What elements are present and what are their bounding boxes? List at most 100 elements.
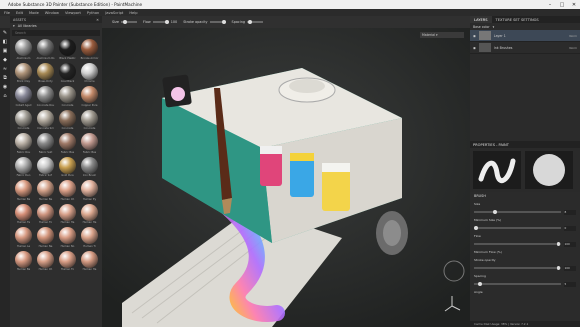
material-label: Human Ch (38, 268, 53, 271)
material-ball (81, 109, 98, 127)
material-thumbnail[interactable]: Human Ti (80, 227, 99, 248)
eye-icon[interactable]: ◉ (473, 34, 476, 38)
material-thumbnail[interactable]: Human Ch (58, 180, 77, 201)
flow-slider[interactable] (474, 242, 561, 246)
material-ball (59, 133, 76, 150)
material-thumbnail[interactable]: Human No (58, 227, 77, 248)
size-value[interactable]: 8 (564, 209, 576, 215)
layer-blend[interactable]: Norm (569, 46, 577, 50)
camera-icon[interactable]: ⌂ (2, 93, 8, 99)
material-thumbnail[interactable]: Human Fo (36, 203, 55, 224)
toolbar-opacity-slider[interactable] (209, 19, 226, 24)
tab-layers[interactable]: LAYERS (470, 16, 492, 23)
material-thumbnail[interactable]: Human Ne (36, 227, 55, 248)
library-chevron-icon[interactable]: ▾ (13, 24, 15, 28)
eye-icon[interactable]: ◉ (473, 46, 476, 50)
material-thumbnail[interactable]: Chrome (80, 62, 99, 83)
menu-viewport[interactable]: Viewport (65, 11, 81, 15)
maximize-button[interactable]: □ (556, 2, 568, 8)
smudge-icon[interactable]: ≈ (2, 66, 8, 72)
library-name[interactable]: All libraries (18, 24, 37, 28)
material-thumbnail[interactable]: Concrete (14, 109, 33, 130)
stroke-opacity-slider[interactable] (474, 266, 561, 270)
material-thumbnail[interactable]: Concrete Rou (36, 86, 55, 107)
material-thumbnail[interactable]: Fabric Suit (36, 133, 55, 154)
material-thumbnail[interactable]: Human Ha (80, 250, 99, 271)
tab-texture-set-settings[interactable]: TEXTURE SET SETTINGS (492, 16, 543, 23)
3d-viewport[interactable]: Material ▾ (102, 28, 470, 327)
toolbar-spacing-label: Spacing (231, 20, 246, 24)
material-thumbnail[interactable]: Fabric Bas (58, 133, 77, 154)
spacing-label: Spacing (474, 274, 486, 278)
material-thumbnail[interactable]: Concrete (58, 109, 77, 130)
polygon-fill-icon[interactable]: ◆ (2, 57, 8, 63)
min-size-slider[interactable] (474, 226, 561, 230)
eraser-icon[interactable]: ◧ (2, 39, 8, 45)
material-thumbnail[interactable]: Human Ba (14, 180, 33, 201)
flow-value[interactable]: 100 (564, 241, 576, 247)
material-thumbnail[interactable]: Human Ha (80, 203, 99, 224)
material-thumbnail[interactable]: Human Be (36, 180, 55, 201)
material-label: Human Ne (38, 244, 53, 248)
menu-window[interactable]: Window (45, 11, 59, 15)
material-ball (15, 180, 32, 197)
stroke-opacity-value[interactable]: 100 (564, 265, 576, 271)
material-ball (37, 203, 54, 221)
material-thumbnail[interactable]: Black Plastic (58, 39, 77, 60)
asset-search-input[interactable]: Search (12, 30, 100, 36)
menu-edit[interactable]: Edit (16, 11, 23, 15)
material-thumbnail[interactable]: Human Le (14, 227, 33, 248)
menu-python[interactable]: Python (87, 11, 99, 15)
menu-help[interactable]: Help (129, 11, 137, 15)
toolbar-flow-value: 100 (170, 20, 178, 24)
material-thumbnail[interactable]: Copper Pure (80, 86, 99, 107)
material-thumbnail[interactable]: Human Fe (14, 203, 33, 224)
close-button[interactable]: ✕ (568, 2, 580, 8)
layer-blend[interactable]: Norm (569, 34, 577, 38)
material-thumbnail[interactable]: Bronze Armor (80, 39, 99, 60)
viewport-mode-dropdown[interactable]: Material ▾ (420, 32, 464, 38)
material-ball (37, 133, 54, 150)
projection-icon[interactable]: ▣ (2, 48, 8, 54)
min-size-value[interactable]: 0 (564, 225, 576, 231)
toolbar-flow-slider[interactable] (152, 19, 169, 24)
material-thumbnail[interactable]: Human Ha (58, 203, 77, 224)
chevron-down-icon[interactable]: ▾ (493, 25, 495, 29)
spacing-slider[interactable] (474, 282, 561, 286)
stroke-opacity-label: Stroke opacity (474, 258, 496, 262)
material-thumbnail[interactable]: Aluminium Ro (36, 39, 55, 60)
material-thumbnail[interactable]: Concrete (80, 109, 99, 130)
material-thumbnail[interactable]: Coal Black (58, 62, 77, 83)
spacing-value[interactable]: 5 (564, 281, 576, 287)
material-thumbnail[interactable]: Fabric Den (14, 156, 33, 177)
material-thumbnail[interactable]: Aluminium (14, 39, 33, 60)
material-thumbnail[interactable]: Fabric Rou (14, 133, 33, 154)
toolbar-spacing-slider[interactable] (247, 19, 264, 24)
channel-dropdown[interactable]: Base color (473, 25, 490, 29)
material-thumbnail[interactable]: Brick Clay (14, 62, 33, 83)
material-thumbnail[interactable]: Concrete (58, 86, 77, 107)
material-thumbnail[interactable]: Human Ey (80, 180, 99, 201)
toolbar-size-slider[interactable] (120, 19, 137, 24)
color-picker-icon[interactable]: ◉ (2, 84, 8, 90)
material-thumbnail[interactable]: Iron Brush (80, 156, 99, 177)
menu-mode[interactable]: Mode (29, 11, 39, 15)
material-thumbnail[interactable]: Fabric Bas (80, 133, 99, 154)
material-thumbnail[interactable]: Human Ch (36, 250, 55, 271)
minimize-button[interactable]: – (544, 2, 556, 8)
menu-file[interactable]: File (4, 11, 10, 15)
layer-row-2[interactable]: ◉ Ink Brushes Norm (470, 42, 580, 54)
material-thumbnail[interactable]: Gold Pure (58, 156, 77, 177)
material-thumbnail[interactable]: Fabric Sof (36, 156, 55, 177)
layer-row-1[interactable]: ◉ Layer 1 Norm (470, 30, 580, 42)
material-thumbnail[interactable]: Human Ba (14, 250, 33, 271)
material-thumbnail[interactable]: Concrete Sm (36, 109, 55, 130)
size-slider[interactable] (474, 210, 561, 214)
material-thumbnail[interactable]: Brass Dirty (36, 62, 55, 83)
material-thumbnail[interactable]: Cobalt Aged (14, 86, 33, 107)
menu-javascript[interactable]: JavaScript (105, 11, 123, 15)
clone-icon[interactable]: ⧉ (2, 75, 8, 81)
paint-brush-icon[interactable]: ✎ (2, 30, 8, 36)
close-icon[interactable]: ✕ (96, 18, 99, 22)
material-thumbnail[interactable]: Human Fo (58, 250, 77, 271)
